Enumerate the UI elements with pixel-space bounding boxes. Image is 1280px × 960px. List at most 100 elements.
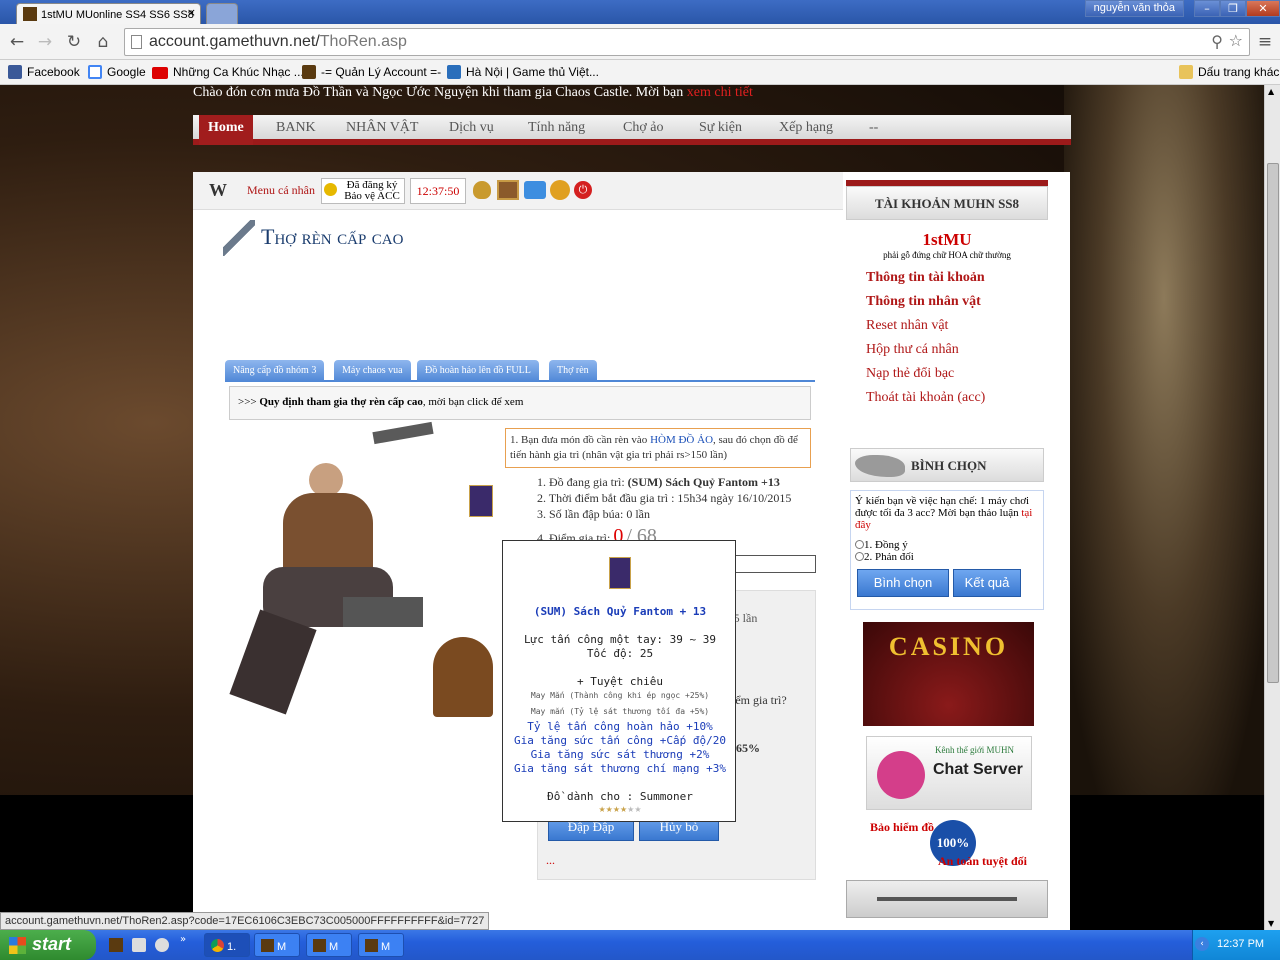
scroll-up-icon[interactable]: ▲ [1268, 87, 1274, 96]
bookmark-account[interactable]: -= Quản Lý Account =- [302, 63, 441, 81]
profile-name[interactable]: nguyễn văn thỏa [1084, 0, 1184, 17]
ads-panel: CASINO Kênh thế giới MUHN Chat Server Bả… [846, 614, 1048, 874]
browser-tab-active[interactable]: 1stMU MUonline SS4 SS6 SS8 × [16, 3, 201, 24]
forward-icon[interactable]: → [34, 31, 56, 53]
task-mu-1[interactable]: M [254, 933, 300, 957]
quicklaunch-icon[interactable] [109, 938, 123, 952]
power-icon[interactable]: ⏻ [574, 181, 592, 199]
scroll-down-icon[interactable]: ▼ [1268, 919, 1274, 928]
sword-icon [877, 897, 1017, 901]
quicklaunch-ie-icon[interactable] [132, 938, 146, 952]
mu-icon [302, 65, 316, 79]
hammer-icon [223, 220, 255, 256]
bookmark-google[interactable]: Google [88, 63, 146, 81]
url-host: account.gamethuvn.net/ [149, 33, 320, 50]
mu-task-icon [365, 939, 378, 952]
back-icon[interactable]: ← [6, 31, 28, 53]
address-bar[interactable]: account.gamethuvn.net/ThoRen.asp ⚲ ☆ [124, 28, 1250, 56]
youtube-icon [152, 67, 168, 79]
maximize-icon[interactable]: ❐ [1220, 0, 1246, 17]
tray-expand-icon[interactable]: ‹ [1195, 937, 1209, 951]
quicklaunch-media-icon[interactable] [155, 938, 169, 952]
facebook-icon [8, 65, 22, 79]
vote-question: Ý kiến bạn về việc hạn chế: 1 máy chơi đ… [850, 490, 1044, 610]
link-account-info[interactable]: Thông tin tài khoản [846, 266, 1048, 290]
current-item: (SUM) Sách Quỷ Fantom +13 [627, 475, 780, 489]
vote-option-agree[interactable]: 1. Đồng ý [855, 539, 1039, 551]
insurance-banner[interactable]: Bảo hiểm đồ 100% An toàn tuyệt đối [866, 816, 1032, 872]
link-reset-character[interactable]: Reset nhân vật [846, 314, 1048, 338]
tray-clock[interactable]: 12:37 PM [1217, 938, 1264, 950]
nav-dich-vu[interactable]: Dịch vụ [449, 120, 494, 136]
tab-may-chaos[interactable]: Máy chaos vua [334, 360, 411, 382]
vote-button[interactable]: Bình chọn [857, 569, 949, 597]
zoom-icon[interactable]: ⚲ [1211, 32, 1223, 51]
cart-icon[interactable] [524, 181, 546, 199]
new-tab-button[interactable] [206, 3, 238, 24]
status-bar-url: account.gamethuvn.net/ThoRen2.asp?code=1… [0, 912, 490, 930]
result-button[interactable]: Kết quả [953, 569, 1021, 597]
forge-info: 1. Đồ đang gia trì: (SUM) Sách Quỷ Fanto… [537, 474, 817, 546]
chat-server-banner[interactable]: Kênh thế giới MUHN Chat Server [866, 736, 1032, 810]
task-mu-2[interactable]: M [306, 933, 352, 957]
nav-more[interactable]: -- [869, 120, 878, 136]
home-icon[interactable]: ⌂ [92, 31, 114, 53]
nav-home[interactable]: Home [199, 115, 253, 145]
windows-taskbar: start » 1. M M M ‹ 12:37 PM [0, 930, 1280, 960]
rules-bar[interactable]: >>> Quy định tham gia thợ rèn cấp cao, m… [229, 386, 811, 420]
link-character-info[interactable]: Thông tin nhân vật [846, 290, 1048, 314]
nav-nhan-vat[interactable]: NHÂN VẬT [346, 120, 418, 136]
page-icon [131, 35, 142, 49]
bookmark-hanoi[interactable]: Hà Nội | Game thủ Việt... [447, 63, 599, 81]
casino-banner[interactable]: CASINO [863, 622, 1034, 726]
nav-tinh-nang[interactable]: Tính năng [528, 120, 585, 136]
account-panel-header: TÀI KHOẢN MUHN SS8 [846, 186, 1048, 220]
reload-icon[interactable]: ↻ [63, 31, 85, 53]
minimize-icon[interactable]: – [1194, 0, 1220, 17]
bookmark-music[interactable]: Những Ca Khúc Nhạc ... [152, 63, 304, 81]
account-panel: TÀI KHOẢN MUHN SS8 1stMU phải gỗ đứng ch… [846, 180, 1048, 438]
item-slot-icon[interactable] [469, 485, 493, 517]
vote-option-disagree[interactable]: 2. Phản đối [855, 551, 1039, 563]
close-window-icon[interactable]: ✕ [1246, 0, 1280, 17]
register-badge[interactable]: Đã đăng ký Bảo vệ ACC [321, 178, 405, 204]
page-scrollbar[interactable]: ▲ ▼ [1264, 85, 1280, 930]
site-logo: 1stMU [922, 230, 972, 249]
bookmark-facebook[interactable]: Facebook [8, 63, 80, 81]
w-logo-icon: W [209, 180, 227, 200]
start-button[interactable]: start [0, 930, 96, 960]
tab-nang-cap[interactable]: Nâng cấp đồ nhóm 3 [225, 360, 325, 382]
task-chrome[interactable]: 1. [204, 933, 250, 957]
gift-icon[interactable] [550, 180, 570, 200]
chest-icon[interactable] [497, 180, 519, 200]
item-icon [609, 557, 631, 589]
page-viewport: Chào đón cơn mưa Đồ Thần và Ngọc Ước Ngu… [0, 85, 1264, 930]
link-mailbox[interactable]: Hộp thư cá nhân [846, 338, 1048, 362]
link-logout[interactable]: Thoát tài khoản (acc) [846, 386, 1048, 410]
virtual-chest-link[interactable]: HÒM ĐỒ ẢO [650, 434, 713, 446]
quicklaunch-more-icon[interactable]: » [180, 934, 186, 945]
money-bag-icon[interactable] [473, 181, 491, 199]
welcome-link[interactable]: xem chi tiết [687, 85, 753, 100]
bookmark-star-icon[interactable]: ☆ [1229, 31, 1243, 50]
task-mu-3[interactable]: M [358, 933, 404, 957]
browser-toolbar: ← → ↻ ⌂ account.gamethuvn.net/ThoRen.asp… [0, 24, 1280, 60]
nav-su-kien[interactable]: Sự kiện [699, 120, 742, 136]
scroll-thumb[interactable] [1267, 163, 1279, 683]
tab-do-hoan-hao[interactable]: Đồ hoàn hảo lên đồ FULL [417, 360, 539, 382]
bookmarks-bar: Facebook Google Những Ca Khúc Nhạc ... -… [0, 60, 1280, 85]
tab-tho-ren[interactable]: Thợ rèn [549, 360, 597, 382]
link-top-up[interactable]: Nạp thẻ đổi bạc [846, 362, 1048, 386]
page-title: Thợ rèn cấp cao [261, 224, 404, 249]
folder-icon [1179, 65, 1193, 79]
bookmark-other[interactable]: Dấu trang khác [1179, 63, 1279, 81]
nav-xep-hang[interactable]: Xếp hạng [779, 120, 833, 136]
tab-close-icon[interactable]: × [187, 6, 196, 19]
nav-bank[interactable]: BANK [276, 120, 316, 136]
hit-count: 3. Số lần đập búa: 0 lần [537, 507, 650, 521]
menu-icon[interactable]: ≡ [1254, 31, 1276, 53]
main-nav: Home BANK NHÂN VẬT Dịch vụ Tính năng Chợ… [193, 115, 1071, 145]
nav-cho-ao[interactable]: Chợ ảo [623, 120, 663, 136]
tooltip-item-name: (SUM) Sách Quỷ Fantom + 13 [533, 605, 707, 618]
personal-menu-link[interactable]: Menu cá nhân [247, 183, 315, 198]
